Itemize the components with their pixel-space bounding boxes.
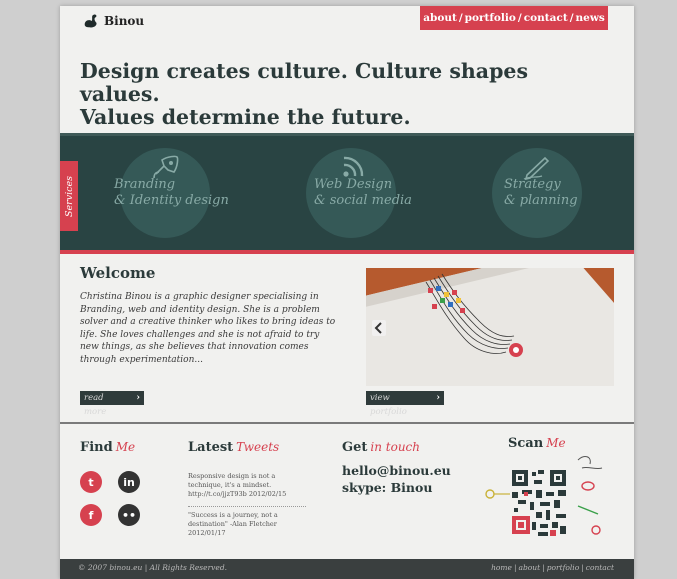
qr-code-icon[interactable] <box>510 468 568 540</box>
contact-info: hello@binou.eu skype: Binou <box>342 462 451 496</box>
scan-title-text: Scan <box>508 436 544 451</box>
get-in-touch-title: Get in touch <box>342 440 420 455</box>
service-web-design-label: Web Design & social media <box>314 177 412 209</box>
portfolio-image <box>366 268 614 386</box>
swan-logo-icon <box>84 14 97 28</box>
latest-title-text: Latest <box>188 440 234 455</box>
copyright-text: © 2007 binou.eu | All Rights Reserved. <box>78 563 228 572</box>
find-me-title: Find Me <box>80 440 135 455</box>
scan-me-title: Scan Me <box>508 436 566 451</box>
footer-link-home[interactable]: home <box>491 563 512 572</box>
footer-nav: home | about | portfolio | contact <box>491 563 614 572</box>
nav-portfolio[interactable]: portfolio <box>465 12 516 24</box>
nav-separator: / <box>458 12 463 24</box>
service-branding-line1: Branding <box>114 177 176 192</box>
arrow-right-icon: › <box>436 393 440 403</box>
footer-link-about[interactable]: about <box>519 563 541 572</box>
nav-contact[interactable]: contact <box>524 12 568 24</box>
footer-separator: | <box>542 563 545 572</box>
divider-accent <box>60 250 634 254</box>
page: Binou about / portfolio / contact / news… <box>60 6 634 579</box>
facebook-icon[interactable]: f <box>80 504 102 526</box>
welcome-text: Christina Binou is a graphic designer sp… <box>80 292 336 365</box>
scan-hand-text: Me <box>546 436 566 450</box>
twitter-icon[interactable]: t <box>80 471 102 493</box>
service-strategy-line2: & planning <box>504 193 578 208</box>
service-web-line1: Web Design <box>314 177 393 192</box>
footer-separator: | <box>513 563 517 572</box>
portfolio-slider[interactable] <box>366 268 614 386</box>
welcome-title: Welcome <box>80 264 156 282</box>
linkedin-icon[interactable]: in <box>118 471 140 493</box>
get-hand-text: in touch <box>370 440 420 454</box>
service-branding-line2: & Identity design <box>114 193 229 208</box>
latest-tweets-title: Latest Tweets <box>188 440 279 455</box>
nav-about[interactable]: about <box>423 12 457 24</box>
tweet-1[interactable]: Responsive design is not a technique, it… <box>188 472 306 499</box>
skype-handle[interactable]: skype: Binou <box>342 479 451 496</box>
service-strategy-label: Strategy & planning <box>504 177 578 209</box>
view-portfolio-button[interactable]: view portfolio › <box>366 391 444 417</box>
main-nav: about / portfolio / contact / news <box>420 6 608 30</box>
latest-hand-text: Tweets <box>236 440 280 454</box>
view-portfolio-label: view portfolio <box>370 393 407 417</box>
footer-bar: © 2007 binou.eu | All Rights Reserved. h… <box>60 559 634 579</box>
services-band: Services Branding & Identity design Web … <box>60 133 634 250</box>
footer-link-portfolio[interactable]: portfolio <box>547 563 580 572</box>
footer-separator: | <box>581 563 584 572</box>
find-title-text: Find <box>80 440 113 455</box>
hero-line-1: Design creates culture. Culture shapes v… <box>80 59 528 106</box>
nav-separator: / <box>569 12 574 24</box>
read-more-label: read more <box>84 393 107 417</box>
tweet-divider <box>188 506 306 507</box>
services-tab[interactable]: Services <box>60 161 78 231</box>
doodle-icon <box>485 489 510 499</box>
find-hand-text: Me <box>115 440 136 454</box>
nav-separator: / <box>517 12 522 24</box>
arrow-right-icon: › <box>136 393 140 403</box>
service-web-line2: & social media <box>314 193 412 208</box>
footer-link-contact[interactable]: contact <box>586 563 614 572</box>
hero-line-2: Values determine the future. <box>80 105 411 129</box>
nav-news[interactable]: news <box>576 12 605 24</box>
hero-headline: Design creates culture. Culture shapes v… <box>80 60 610 129</box>
logo-text: Binou <box>104 14 145 28</box>
section-divider <box>60 422 634 424</box>
doodle-icon <box>577 456 603 535</box>
service-branding-label: Branding & Identity design <box>114 177 229 209</box>
tweet-2[interactable]: "Success is a journey, not a destination… <box>188 511 306 538</box>
get-title-text: Get <box>342 440 368 455</box>
email-link[interactable]: hello@binou.eu <box>342 462 451 479</box>
read-more-button[interactable]: read more › <box>80 391 144 417</box>
logo[interactable]: Binou <box>82 12 144 30</box>
services-tab-label: Services <box>63 175 75 217</box>
flickr-icon[interactable]: •• <box>118 504 140 526</box>
service-strategy-line1: Strategy <box>504 177 561 192</box>
